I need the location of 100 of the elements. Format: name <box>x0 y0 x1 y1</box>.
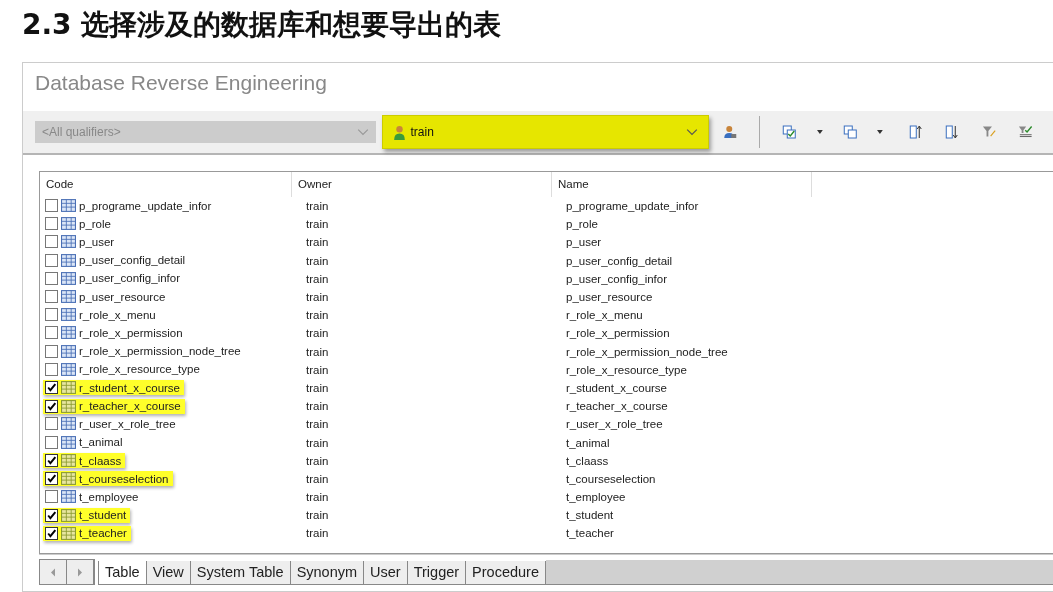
sheet-tab[interactable]: System Table <box>189 561 291 585</box>
table-code: r_teacher_x_course <box>79 400 181 413</box>
caret-icon[interactable] <box>877 130 883 134</box>
checkbox[interactable] <box>45 417 58 431</box>
sheet-tab[interactable]: View <box>145 561 191 585</box>
user-select-icon[interactable] <box>722 125 738 139</box>
table-icon <box>61 235 76 249</box>
checkbox[interactable] <box>45 217 58 231</box>
scroll-right-button[interactable] <box>67 560 94 584</box>
sheet-tab[interactable]: Synonym <box>289 561 365 585</box>
move-up-icon[interactable] <box>908 125 924 139</box>
deselect-all-icon[interactable] <box>842 125 858 139</box>
checkbox[interactable] <box>45 235 58 249</box>
table-cell-text: train <box>305 454 330 467</box>
checkbox[interactable] <box>45 199 58 213</box>
checkbox[interactable] <box>45 526 58 540</box>
table-code: t_claass <box>79 454 122 467</box>
table-cell-text: r_role_x_permission_node_tree <box>565 345 729 358</box>
table-cell-text: train <box>305 527 330 540</box>
table-cell-text: r_role_x_menu <box>565 309 644 322</box>
table-cell-text: p_user_resource <box>565 291 654 304</box>
left-arrow-icon <box>50 567 56 577</box>
checkbox[interactable] <box>45 490 58 504</box>
checkbox[interactable] <box>45 290 58 304</box>
table-cell-text: train <box>305 491 330 504</box>
table-cell-text: train <box>305 509 330 522</box>
table-icon <box>61 454 76 468</box>
chevron-icon <box>685 128 698 136</box>
table-cell-text: train <box>305 418 330 431</box>
table-cell-text: train <box>305 272 330 285</box>
table-code: p_user_config_detail <box>79 254 186 267</box>
table-code: r_student_x_course <box>79 381 180 394</box>
table-code: p_user_resource <box>79 290 166 303</box>
table-cell-text: p_user_config_infor <box>565 272 668 285</box>
table-cell-text: train <box>305 200 330 213</box>
table-cell-text: r_teacher_x_course <box>565 400 669 413</box>
filter-check-icon[interactable] <box>1018 125 1033 139</box>
table-cell-text: p_user <box>565 236 603 249</box>
table-cell-text: train <box>305 291 330 304</box>
move-down-icon[interactable] <box>945 125 960 139</box>
table-icon <box>61 362 76 376</box>
select-all-icon[interactable] <box>782 125 797 139</box>
checkbox[interactable] <box>45 381 58 395</box>
checkbox[interactable] <box>45 472 58 486</box>
column-header[interactable]: Owner <box>292 172 552 197</box>
checkbox[interactable] <box>45 308 58 322</box>
chevron-icon <box>357 128 370 136</box>
user-icon <box>393 124 407 140</box>
table-cell-text: t_claass <box>565 454 610 467</box>
checkbox[interactable] <box>45 271 58 285</box>
table-code: t_courseselection <box>79 472 169 485</box>
table-code: p_programe_update_infor <box>79 199 212 212</box>
checkbox[interactable] <box>45 454 58 468</box>
table-code: t_student <box>79 509 127 522</box>
column-header[interactable]: Code <box>40 172 292 197</box>
table-cell-text: train <box>305 400 330 413</box>
window-title: Database Reverse Engineering <box>34 70 328 96</box>
table-cell-text: train <box>305 436 330 449</box>
table-cell-text: train <box>305 363 330 376</box>
table-cell-text: train <box>305 254 330 267</box>
table-icon <box>61 271 76 285</box>
table-cell-text: t_courseselection <box>565 472 657 485</box>
scroll-left-button[interactable] <box>40 560 67 584</box>
table-icon <box>61 490 76 504</box>
sheet-tab[interactable]: User <box>363 561 408 585</box>
table-icon <box>61 417 76 431</box>
filter-edit-icon[interactable] <box>981 125 997 139</box>
table-icon <box>61 326 76 340</box>
table-icon <box>61 381 76 395</box>
sheet-tab[interactable]: Procedure <box>465 561 546 585</box>
right-arrow-icon <box>77 567 83 577</box>
column-header[interactable]: Name <box>552 172 812 197</box>
checkbox[interactable] <box>45 253 58 267</box>
sheet-tab[interactable]: Trigger <box>406 561 467 585</box>
table-code: r_role_x_permission_node_tree <box>79 345 241 358</box>
checkbox[interactable] <box>45 344 58 358</box>
table-code: r_role_x_resource_type <box>79 363 200 376</box>
table-cell-text: train <box>305 472 330 485</box>
table-icon <box>61 472 76 486</box>
table-icon <box>61 526 76 540</box>
table-icon <box>61 290 76 304</box>
sheet-tab[interactable]: Table <box>98 561 147 585</box>
table-icon <box>61 199 76 213</box>
table-code: p_user <box>79 235 115 248</box>
table-code: r_role_x_menu <box>79 308 156 321</box>
table-cell-text: train <box>305 345 330 358</box>
checkbox[interactable] <box>45 399 58 413</box>
table-icon <box>61 217 76 231</box>
caret-icon[interactable] <box>816 130 823 134</box>
table-code: t_teacher <box>79 527 127 540</box>
table-cell-text: r_role_x_permission <box>565 327 671 340</box>
table-code: r_user_x_role_tree <box>79 417 176 430</box>
checkbox[interactable] <box>45 362 58 376</box>
checkbox[interactable] <box>45 508 58 522</box>
table-code: p_user_config_infor <box>79 272 180 285</box>
owner-dropdown[interactable]: train <box>382 115 709 149</box>
table-cell-text: r_user_x_role_tree <box>565 418 664 431</box>
checkbox[interactable] <box>45 435 58 449</box>
checkbox[interactable] <box>45 326 58 340</box>
table-cell-text: p_programe_update_infor <box>565 200 700 213</box>
